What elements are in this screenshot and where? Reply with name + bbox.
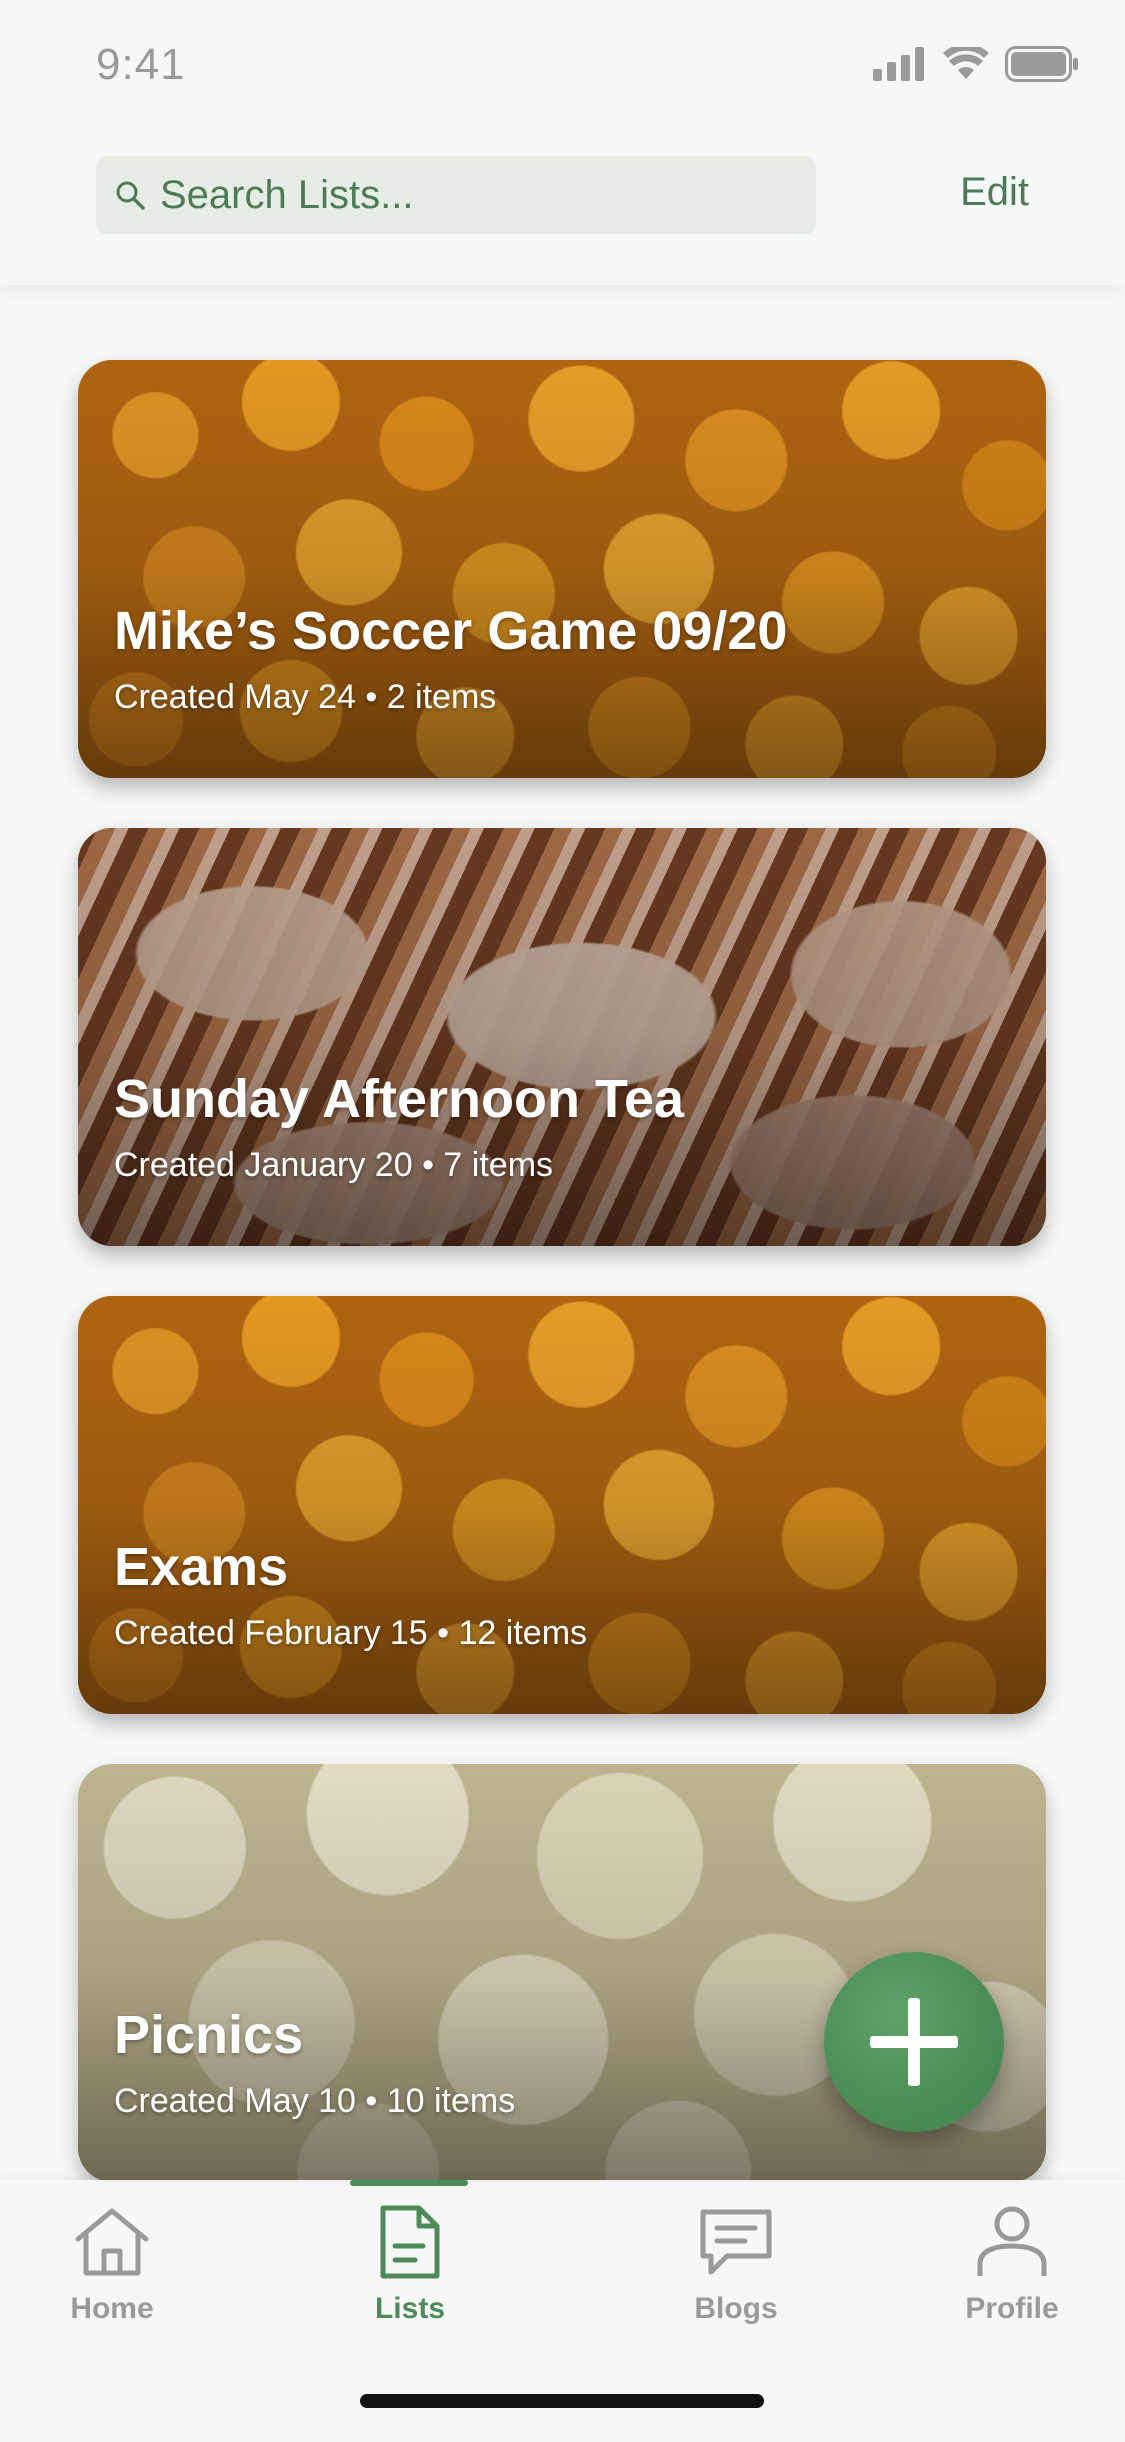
header: 9:41 Search Lists... Edit	[0, 0, 1125, 285]
chat-bubble-icon	[694, 2202, 778, 2282]
battery-icon	[1005, 46, 1078, 82]
tab-label: Blogs	[694, 2292, 778, 2325]
plus-icon	[870, 1998, 958, 2086]
tab-lists[interactable]: Lists	[320, 2202, 500, 2326]
person-icon	[970, 2202, 1054, 2282]
tab-profile[interactable]: Profile	[922, 2202, 1102, 2326]
document-icon	[368, 2202, 452, 2282]
list-card[interactable]: Sunday Afternoon Tea Created January 20 …	[78, 828, 1046, 1246]
tab-home[interactable]: Home	[22, 2202, 202, 2326]
list-title: Exams	[114, 1537, 289, 1597]
search-placeholder: Search Lists...	[160, 172, 414, 217]
home-icon	[70, 2202, 154, 2282]
status-icons	[873, 46, 1079, 82]
signal-icon	[873, 47, 924, 81]
add-list-button[interactable]	[824, 1952, 1004, 2132]
list-card[interactable]: Mike’s Soccer Game 09/20 Created May 24 …	[78, 360, 1046, 778]
tab-blogs[interactable]: Blogs	[646, 2202, 826, 2326]
search-input[interactable]: Search Lists...	[96, 156, 816, 234]
lists-screen: 9:41 Search Lists... Edit Mike’s Soccer …	[0, 0, 1125, 2442]
list-cards: Mike’s Soccer Game 09/20 Created May 24 …	[78, 360, 1046, 2232]
home-indicator[interactable]	[360, 2394, 764, 2408]
list-title: Picnics	[114, 2005, 304, 2065]
list-title: Mike’s Soccer Game 09/20	[114, 601, 788, 661]
search-icon	[110, 175, 150, 215]
list-subtitle: Created January 20 • 7 items	[114, 1146, 554, 1184]
list-subtitle: Created May 24 • 2 items	[114, 678, 497, 716]
wifi-icon	[943, 47, 989, 79]
list-subtitle: Created February 15 • 12 items	[114, 1614, 588, 1652]
active-tab-indicator	[350, 2180, 468, 2186]
tab-label: Home	[70, 2292, 154, 2325]
list-subtitle: Created May 10 • 10 items	[114, 2082, 516, 2120]
tab-label: Profile	[965, 2292, 1059, 2325]
status-bar: 9:41	[0, 0, 1125, 140]
status-time: 9:41	[96, 40, 186, 89]
list-title: Sunday Afternoon Tea	[114, 1069, 685, 1129]
list-card[interactable]: Exams Created February 15 • 12 items	[78, 1296, 1046, 1714]
edit-button[interactable]: Edit	[960, 170, 1029, 215]
tab-label: Lists	[374, 2292, 446, 2325]
